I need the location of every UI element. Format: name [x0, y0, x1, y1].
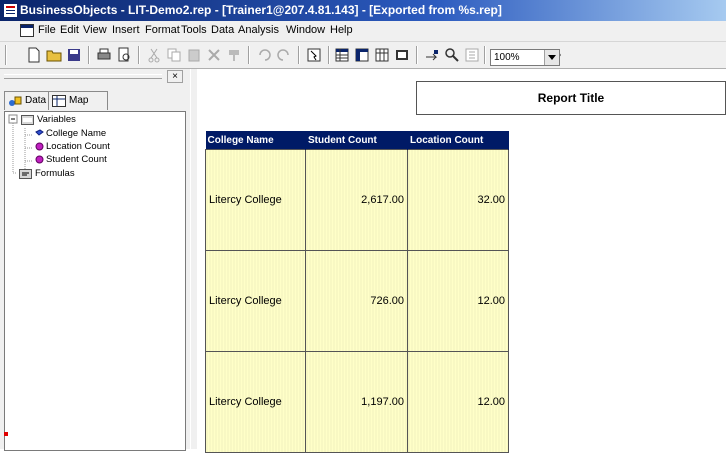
menu-insert[interactable]: Insert: [112, 24, 140, 36]
chart-icon[interactable]: [373, 46, 391, 64]
select-icon[interactable]: [305, 46, 323, 64]
toolbar-separator: [298, 46, 300, 64]
save-icon[interactable]: [65, 46, 83, 64]
column-header[interactable]: Location Count: [407, 131, 509, 150]
column-header[interactable]: Student Count: [305, 131, 408, 150]
table-cell[interactable]: 12.00: [407, 250, 509, 352]
menu-analysis[interactable]: Analysis: [238, 24, 279, 36]
menu-view[interactable]: View: [83, 24, 107, 36]
drill-icon[interactable]: [423, 46, 441, 64]
print-icon[interactable]: [95, 46, 113, 64]
table-cell[interactable]: Litercy College: [205, 250, 306, 352]
table-cell[interactable]: Litercy College: [205, 149, 306, 251]
menu-format[interactable]: Format: [145, 24, 180, 36]
tree-label: College Name: [46, 128, 107, 139]
table-icon[interactable]: [333, 46, 351, 64]
folder-icon: [21, 115, 34, 125]
toolbar-separator: [138, 46, 140, 64]
document-icon[interactable]: [20, 24, 34, 37]
window-title: BusinessObjects - LIT-Demo2.rep - [Train…: [20, 3, 502, 17]
redo-icon[interactable]: [275, 46, 293, 64]
table-row: Litercy College 2,617.00 32.00: [205, 149, 509, 251]
measure-icon: [35, 142, 44, 151]
standard-toolbar: ?: [0, 42, 726, 69]
tree-label-variables: Variables: [37, 114, 76, 125]
menu-edit[interactable]: Edit: [60, 24, 79, 36]
data-icon: [9, 96, 22, 106]
zoom-combo[interactable]: 100%: [490, 49, 560, 66]
report-canvas[interactable]: Report Title College Name Student Count …: [197, 69, 726, 453]
toolbar-separator: [88, 46, 90, 64]
crosstab-icon[interactable]: [353, 46, 371, 64]
report-table[interactable]: College Name Student Count Location Coun…: [205, 131, 509, 453]
menu-bar: File Edit View Insert Format Tools Data …: [0, 21, 726, 42]
delete-icon[interactable]: [205, 46, 223, 64]
paste-icon[interactable]: [185, 46, 203, 64]
red-marker: [4, 432, 8, 436]
table-cell[interactable]: 1,197.00: [305, 351, 408, 453]
report-title[interactable]: Report Title: [416, 81, 726, 115]
pane-grip[interactable]: [4, 74, 162, 79]
find-icon[interactable]: [443, 46, 461, 64]
dimension-icon: [35, 129, 44, 136]
table-cell[interactable]: 726.00: [305, 250, 408, 352]
table-cell[interactable]: 32.00: [407, 149, 509, 251]
close-icon[interactable]: ×: [167, 70, 183, 83]
slice-icon[interactable]: [463, 46, 481, 64]
formula-icon: [19, 169, 32, 179]
menu-window[interactable]: Window: [286, 24, 325, 36]
data-manager-pane: × Data Map Variables College Name Locati…: [0, 69, 190, 451]
tree-label: Location Count: [46, 141, 110, 152]
table-cell[interactable]: Litercy College: [205, 351, 306, 453]
toolbar-grip: [5, 45, 7, 65]
cut-icon[interactable]: [145, 46, 163, 64]
table-header-row: College Name Student Count Location Coun…: [205, 131, 509, 150]
copy-icon[interactable]: [165, 46, 183, 64]
structure-icon[interactable]: [393, 46, 411, 64]
menu-file[interactable]: File: [38, 24, 56, 36]
table-cell[interactable]: 2,617.00: [305, 149, 408, 251]
toolbar-separator: [484, 46, 486, 64]
toolbar-separator: [416, 46, 418, 64]
tree-label: Student Count: [46, 154, 107, 165]
map-icon: [52, 95, 66, 107]
chevron-down-icon[interactable]: [544, 50, 559, 65]
tab-map[interactable]: Map: [48, 91, 108, 110]
toolbar-separator: [328, 46, 330, 64]
variables-tree: Variables College Name Location Count St…: [4, 111, 186, 451]
new-icon[interactable]: [25, 46, 43, 64]
tree-label-formulas: Formulas: [35, 168, 75, 179]
zoom-value: 100%: [494, 52, 520, 63]
title-bar[interactable]: BusinessObjects - LIT-Demo2.rep - [Train…: [0, 0, 726, 21]
pane-header: ×: [0, 69, 190, 83]
menu-tools[interactable]: Tools: [181, 24, 207, 36]
table-cell[interactable]: 12.00: [407, 351, 509, 453]
menu-help[interactable]: Help: [330, 24, 353, 36]
open-icon[interactable]: [45, 46, 63, 64]
app-icon: [4, 4, 17, 17]
toolbar-separator: [248, 46, 250, 64]
tab-data-label: Data: [25, 95, 47, 106]
print-preview-icon[interactable]: [115, 46, 133, 64]
column-header[interactable]: College Name: [205, 131, 306, 150]
table-row: Litercy College 726.00 12.00: [205, 250, 509, 352]
menu-data[interactable]: Data: [211, 24, 234, 36]
measure-icon: [35, 155, 44, 164]
table-row: Litercy College 1,197.00 12.00: [205, 351, 509, 453]
format-painter-icon[interactable]: [225, 46, 243, 64]
tab-map-label: Map: [69, 95, 89, 106]
undo-icon[interactable]: [255, 46, 273, 64]
